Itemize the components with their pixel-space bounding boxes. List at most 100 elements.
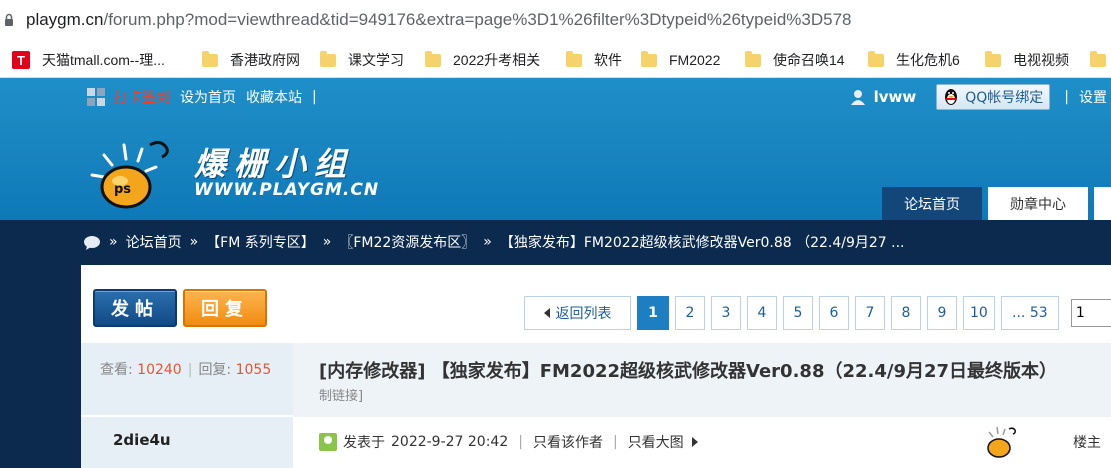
page-link[interactable]: 9 xyxy=(927,296,957,330)
breadcrumb-sep: » xyxy=(483,234,492,250)
bookmark-folder-overflow[interactable] xyxy=(1090,50,1111,70)
page-link-last[interactable]: ... 53 xyxy=(1000,296,1059,330)
bookmark-label: 香港政府网 xyxy=(230,52,300,68)
nav-tab-medals[interactable]: 勋章中心 xyxy=(988,187,1088,220)
chat-bubble-icon xyxy=(84,235,100,250)
breadcrumb-sep: » xyxy=(322,234,332,250)
bookmark-folder-software[interactable]: 软件 xyxy=(566,50,622,70)
posted-label: 发表于 xyxy=(343,435,385,451)
page-link[interactable]: 3 xyxy=(711,296,741,330)
breadcrumb-fm-section[interactable]: 【FM 系列专区】 xyxy=(206,232,315,252)
caret-right-icon xyxy=(691,437,698,447)
address-bar[interactable]: playgm.cn/forum.php?mod=viewthread&tid=9… xyxy=(0,0,1111,42)
page-link[interactable]: 5 xyxy=(783,296,813,330)
set-home-link[interactable]: 设为首页 xyxy=(180,87,236,107)
page-link[interactable]: 8 xyxy=(891,296,921,330)
reply-button[interactable]: 回复 xyxy=(183,289,267,327)
bookmark-folder-exam[interactable]: 2022升考相关 xyxy=(425,50,540,70)
permalink-link[interactable]: 制链接] xyxy=(319,385,363,404)
main-nav: 论坛首页 勋章中心 xyxy=(882,187,1111,220)
breadcrumb-fm22-release[interactable]: 〖FM22资源发布区〗 xyxy=(339,232,475,252)
page-link[interactable]: 6 xyxy=(819,296,849,330)
divider: | xyxy=(518,434,523,450)
new-post-button[interactable]: 发帖 xyxy=(93,289,177,327)
views-count: 10240 xyxy=(137,362,182,378)
breadcrumb-sep: » xyxy=(109,234,118,250)
folder-icon xyxy=(1090,50,1106,67)
bookmark-folder-hk-gov[interactable]: 香港政府网 xyxy=(202,50,300,70)
breadcrumb: » 论坛首页 » 【FM 系列专区】 » 〖FM22资源发布区〗 » 【独家发布… xyxy=(83,232,905,252)
breadcrumb-forum-home[interactable]: 论坛首页 xyxy=(126,232,182,252)
breadcrumb-thread[interactable]: 【独家发布】FM2022超级核武修改器Ver0.88 （22.4/9月27 ..… xyxy=(500,232,905,252)
url-host: playgm.cn xyxy=(26,10,104,29)
thread-title: [内存修改器] 【独家发布】FM2022超级核武修改器Ver0.88（22.4/… xyxy=(319,361,1058,382)
qq-bind-label: QQ帐号绑定 xyxy=(965,90,1044,106)
logo-badge-text: ps xyxy=(114,182,131,197)
bookmark-folder-tv[interactable]: 电视视频 xyxy=(985,50,1069,70)
site-logo[interactable]: ps 爆栅小组 WWW.PLAYGM.CN xyxy=(84,133,384,218)
folder-icon xyxy=(320,50,336,67)
replies-count: 1055 xyxy=(235,362,272,378)
divider xyxy=(81,415,293,417)
folder-icon xyxy=(202,50,218,67)
checkin-link[interactable]: 打卡签到 xyxy=(114,87,170,107)
folder-icon xyxy=(641,50,657,67)
only-author-link[interactable]: 只看该作者 xyxy=(533,432,603,452)
bookmark-folder-re6[interactable]: 生化危机6 xyxy=(868,50,960,70)
bookmark-folder-lessons[interactable]: 课文学习 xyxy=(320,50,404,70)
bookmark-label: 使命召唤14 xyxy=(773,52,845,68)
username-link[interactable]: lvww xyxy=(874,88,917,106)
bookmark-label: 生化危机6 xyxy=(896,52,960,68)
settings-link[interactable]: 设置 xyxy=(1079,87,1107,107)
bookmark-label: 天猫tmall.com--理... xyxy=(42,52,165,68)
posted-time: 2022-9-27 20:42 xyxy=(391,434,509,450)
page-link-current[interactable]: 1 xyxy=(637,296,669,330)
page-link[interactable]: 4 xyxy=(747,296,777,330)
stats-divider: | xyxy=(187,362,193,378)
site-header: 打卡签到 设为首页 收藏本站 | lvww QQ帐号绑定 | 设置 ps 爆栅小… xyxy=(0,78,1111,220)
nav-tab-overflow[interactable] xyxy=(1094,187,1111,220)
page-link[interactable]: 2 xyxy=(675,296,705,330)
logo-mascot-icon: ps xyxy=(90,140,169,209)
online-status-icon xyxy=(319,433,337,451)
bookmark-label: 电视视频 xyxy=(1013,52,1069,68)
bookmark-site-link[interactable]: 收藏本站 xyxy=(246,87,302,107)
floor-label: 楼主 xyxy=(1073,435,1101,451)
url-text: playgm.cn/forum.php?mod=viewthread&tid=9… xyxy=(26,10,852,30)
lock-icon xyxy=(5,13,13,26)
replies-label: 回复: xyxy=(198,362,232,378)
divider: | xyxy=(612,434,618,450)
folder-icon xyxy=(425,50,441,67)
bookmark-tmall[interactable]: T 天猫tmall.com--理... xyxy=(12,50,165,70)
folder-icon xyxy=(745,50,761,67)
divider: | xyxy=(312,89,317,105)
page-link[interactable]: 10 xyxy=(963,296,995,330)
nav-tab-forum-home[interactable]: 论坛首页 xyxy=(882,187,982,220)
back-to-list-button[interactable]: 返回列表 xyxy=(524,296,631,330)
bookmark-folder-fm2022[interactable]: FM2022 xyxy=(641,50,720,70)
top-links: 打卡签到 设为首页 收藏本站 | xyxy=(86,87,317,107)
breadcrumb-sep: » xyxy=(189,234,199,250)
views-label: 查看: xyxy=(100,362,133,378)
site-mascot-icon xyxy=(987,426,1016,458)
bookmark-label: FM2022 xyxy=(669,52,721,68)
author-name[interactable]: 2die4u xyxy=(113,431,171,449)
folder-icon xyxy=(985,50,1001,67)
post-meta: 发表于 2022-9-27 20:42 | 只看该作者 | 只看大图 楼主 xyxy=(293,417,1111,468)
page-jump-input[interactable] xyxy=(1070,299,1111,327)
pagination: 返回列表 1 2 3 4 5 6 7 8 9 10 ... 53 xyxy=(524,296,1111,330)
back-to-list-label: 返回列表 xyxy=(555,306,612,322)
bookmark-folder-cod14[interactable]: 使命召唤14 xyxy=(745,50,845,70)
checkin-icon xyxy=(87,88,105,106)
breadcrumb-bar: » 论坛首页 » 【FM 系列专区】 » 〖FM22资源发布区〗 » 【独家发布… xyxy=(0,220,1111,265)
only-images-link[interactable]: 只看大图 xyxy=(628,432,684,452)
qq-bind-button[interactable]: QQ帐号绑定 xyxy=(936,84,1051,110)
qq-penguin-icon xyxy=(945,89,958,105)
thread-sidebar: 查看: 10240 | 回复: 1055 2die4u xyxy=(81,343,293,468)
divider: | xyxy=(1064,89,1069,105)
page-link[interactable]: 7 xyxy=(855,296,885,330)
bookmark-label: 2022升考相关 xyxy=(453,52,541,68)
post-meta-row: 发表于 2022-9-27 20:42 | 只看该作者 | 只看大图 xyxy=(319,432,698,452)
logo-url: WWW.PLAYGM.CN xyxy=(194,180,380,200)
caret-left-icon xyxy=(543,308,550,318)
